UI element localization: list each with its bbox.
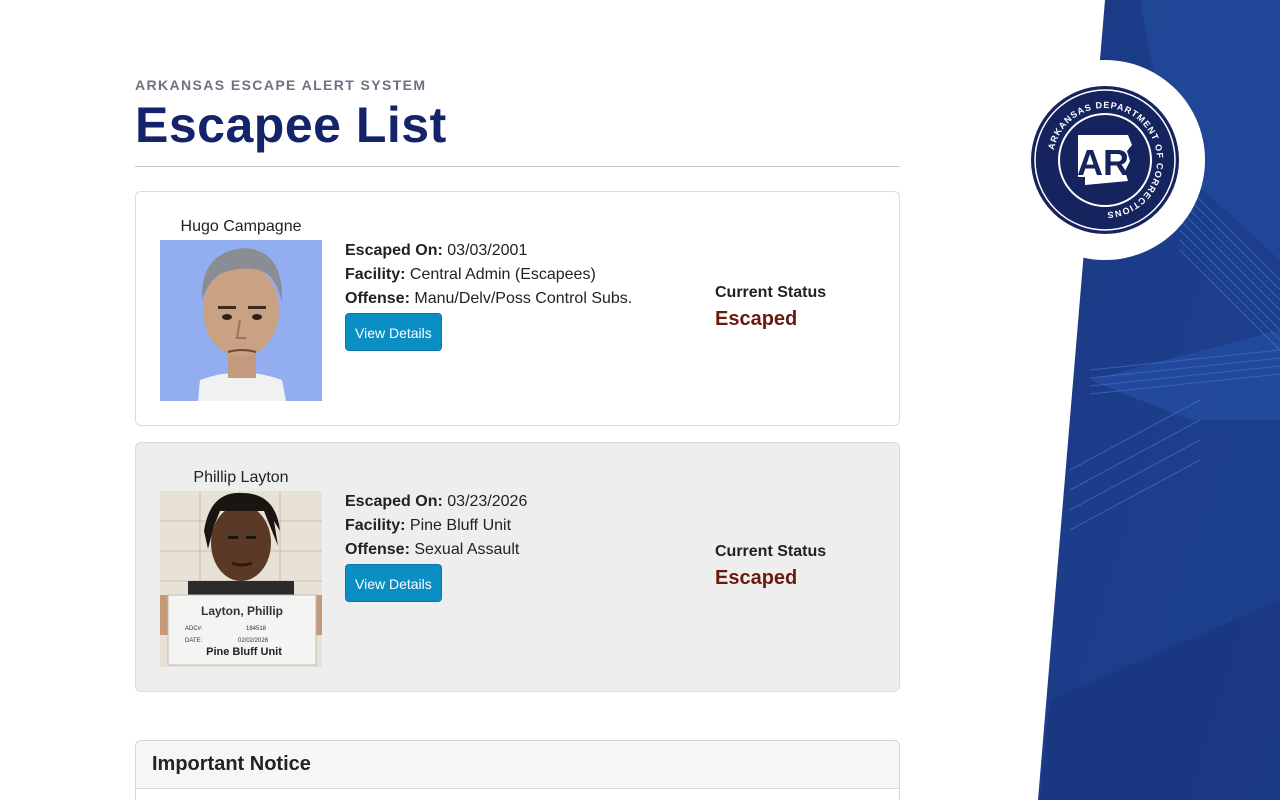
escapee-photo xyxy=(160,240,322,401)
notice-title: Important Notice xyxy=(136,741,899,789)
escapee-card: Phillip Layton Layton, Phillip ADC#: 184… xyxy=(135,442,900,692)
svg-text:ADC#:: ADC#: xyxy=(185,626,203,632)
offense-label: Offense: xyxy=(345,290,410,307)
page-title: Escapee List xyxy=(135,97,447,153)
view-details-button[interactable]: View Details xyxy=(345,313,442,351)
offense-label: Offense: xyxy=(345,541,410,558)
facility-value: Pine Bluff Unit xyxy=(409,517,512,534)
status-badge: Escaped xyxy=(715,308,798,330)
status-block: Current Status Escaped xyxy=(715,543,826,590)
view-details-button[interactable]: View Details xyxy=(345,564,442,602)
svg-text:Layton, Phillip: Layton, Phillip xyxy=(201,604,283,618)
facility-label: Facility: xyxy=(345,266,406,283)
escapee-info: Escaped On: 03/23/2026 Facility: Pine Bl… xyxy=(345,490,527,602)
offense-row: Offense: Manu/Delv/Poss Control Subs. xyxy=(345,287,632,311)
facility-value: Central Admin (Escapees) xyxy=(409,266,596,283)
system-name: ARKANSAS ESCAPE ALERT SYSTEM xyxy=(135,77,427,93)
escaped-on-value: 03/03/2001 xyxy=(447,242,528,259)
facility-label: Facility: xyxy=(345,517,406,534)
facility-row: Facility: Central Admin (Escapees) xyxy=(345,263,632,287)
arkansas-doc-seal-icon: ARKANSAS DEPARTMENT OF CORRECTIONS AR xyxy=(1031,86,1179,234)
important-notice-panel: Important Notice xyxy=(135,740,900,800)
svg-text:DATE:: DATE: xyxy=(185,638,203,644)
title-divider xyxy=(135,166,900,167)
offense-row: Offense: Sexual Assault xyxy=(345,538,527,562)
status-block: Current Status Escaped xyxy=(715,284,826,331)
svg-text:Pine Bluff Unit: Pine Bluff Unit xyxy=(206,646,282,658)
escapee-name: Hugo Campagne xyxy=(180,218,302,235)
current-status-label: Current Status xyxy=(715,543,827,560)
offense-value: Sexual Assault xyxy=(414,541,520,558)
escapee-name: Phillip Layton xyxy=(193,469,289,486)
seal-container: ARKANSAS DEPARTMENT OF CORRECTIONS AR xyxy=(1005,60,1205,260)
facility-row: Facility: Pine Bluff Unit xyxy=(345,514,527,538)
svg-text:184518: 184518 xyxy=(246,626,267,632)
escapee-info: Escaped On: 03/03/2001 Facility: Central… xyxy=(345,239,632,351)
current-status-label: Current Status xyxy=(715,284,827,301)
svg-text:02/02/2026: 02/02/2026 xyxy=(238,638,269,644)
offense-value: Manu/Delv/Poss Control Subs. xyxy=(414,290,633,307)
escaped-on-row: Escaped On: 03/23/2026 xyxy=(345,490,527,514)
escaped-on-label: Escaped On: xyxy=(345,242,443,259)
escapee-photo: Layton, Phillip ADC#: 184518 DATE: 02/02… xyxy=(160,491,322,667)
status-badge: Escaped xyxy=(715,567,798,589)
escapee-card: Hugo Campagne Escaped On: 03/03/2001 Fac… xyxy=(135,191,900,426)
escaped-on-value: 03/23/2026 xyxy=(447,493,528,510)
svg-text:AR: AR xyxy=(1077,142,1129,183)
escaped-on-row: Escaped On: 03/03/2001 xyxy=(345,239,632,263)
escaped-on-label: Escaped On: xyxy=(345,493,443,510)
